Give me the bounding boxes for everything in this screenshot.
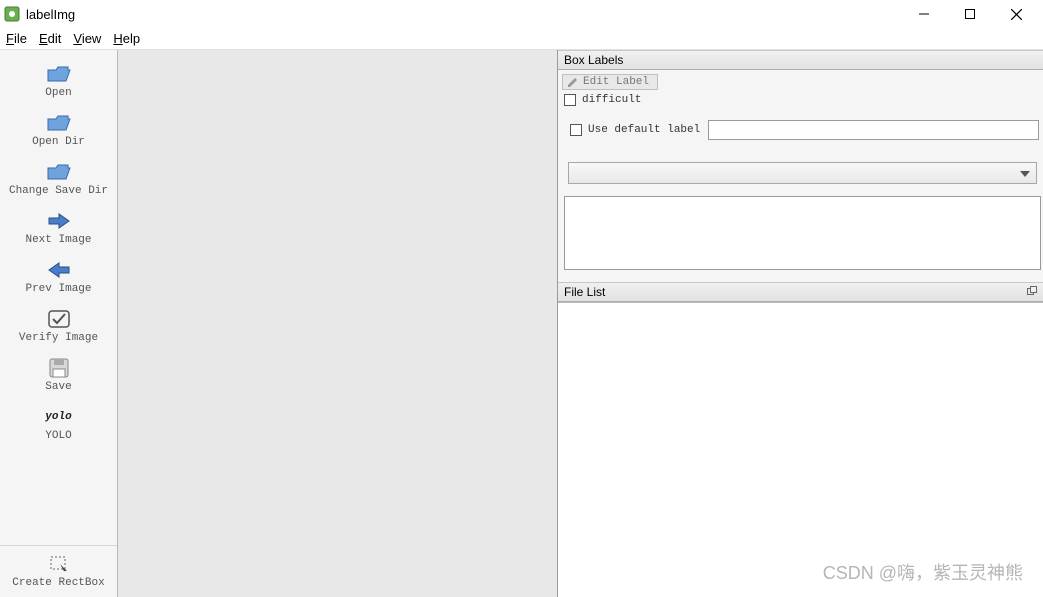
- check-icon: [45, 309, 73, 329]
- rectbox-icon: [45, 554, 73, 574]
- format-button[interactable]: yolo YOLO: [0, 401, 117, 450]
- window-title: labelImg: [26, 7, 75, 22]
- window-controls: [901, 0, 1039, 28]
- format-label: YOLO: [45, 430, 71, 442]
- open-label: Open: [45, 87, 71, 99]
- next-image-label: Next Image: [25, 234, 91, 246]
- arrow-left-icon: [45, 260, 73, 280]
- next-image-button[interactable]: Next Image: [0, 205, 117, 254]
- main-layout: Open Open Dir Change Save Dir Next Image: [0, 50, 1043, 597]
- menu-file[interactable]: File: [6, 31, 27, 46]
- verify-image-button[interactable]: Verify Image: [0, 303, 117, 352]
- checkbox-icon: [570, 124, 582, 136]
- checkbox-icon: [564, 94, 576, 106]
- menu-view[interactable]: View: [73, 31, 101, 46]
- folder-save-icon: [45, 162, 73, 182]
- default-label-input[interactable]: [708, 120, 1039, 140]
- box-labels-panel: Edit Label difficult Use default label: [558, 70, 1043, 282]
- close-button[interactable]: [993, 0, 1039, 28]
- toolbar: Open Open Dir Change Save Dir Next Image: [0, 50, 118, 597]
- change-save-dir-label: Change Save Dir: [9, 185, 108, 197]
- default-label-row: Use default label: [560, 110, 1041, 142]
- folder-icon: [45, 113, 73, 133]
- save-button[interactable]: Save: [0, 352, 117, 401]
- label-combo[interactable]: [568, 162, 1037, 184]
- prev-image-label: Prev Image: [25, 283, 91, 295]
- open-button[interactable]: Open: [0, 58, 117, 107]
- create-rectbox-button[interactable]: Create RectBox: [0, 545, 117, 597]
- yolo-icon: yolo: [45, 407, 73, 427]
- edit-label-button[interactable]: Edit Label: [562, 74, 658, 90]
- pencil-icon: [567, 76, 579, 88]
- prev-image-button[interactable]: Prev Image: [0, 254, 117, 303]
- canvas-area[interactable]: [118, 50, 558, 597]
- change-save-dir-button[interactable]: Change Save Dir: [0, 156, 117, 205]
- open-dir-label: Open Dir: [32, 136, 85, 148]
- undock-icon[interactable]: [1027, 286, 1037, 299]
- file-list-title: File List: [564, 285, 605, 299]
- menubar: File Edit View Help: [0, 28, 1043, 50]
- create-rectbox-label: Create RectBox: [12, 577, 104, 589]
- right-panel: Box Labels Edit Label difficult Use defa…: [558, 50, 1043, 597]
- verify-image-label: Verify Image: [19, 332, 98, 344]
- save-label: Save: [45, 381, 71, 393]
- open-dir-button[interactable]: Open Dir: [0, 107, 117, 156]
- difficult-checkbox-row[interactable]: difficult: [560, 94, 1041, 106]
- titlebar: labelImg: [0, 0, 1043, 28]
- box-labels-header[interactable]: Box Labels: [558, 50, 1043, 70]
- floppy-icon: [45, 358, 73, 378]
- file-list-panel[interactable]: [558, 302, 1043, 597]
- minimize-button[interactable]: [901, 0, 947, 28]
- label-listbox[interactable]: [564, 196, 1041, 270]
- box-labels-title: Box Labels: [564, 53, 623, 67]
- menu-edit[interactable]: Edit: [39, 31, 61, 46]
- file-list-header[interactable]: File List: [558, 282, 1043, 302]
- folder-open-icon: [45, 64, 73, 84]
- edit-label-text: Edit Label: [583, 76, 649, 88]
- maximize-button[interactable]: [947, 0, 993, 28]
- app-icon: [4, 6, 20, 22]
- use-default-label-text: Use default label: [588, 124, 700, 136]
- arrow-right-icon: [45, 211, 73, 231]
- menu-help[interactable]: Help: [113, 31, 140, 46]
- chevron-down-icon: [1020, 166, 1030, 180]
- difficult-label: difficult: [582, 94, 641, 106]
- watermark: CSDN @嗨，紫玉灵神熊: [823, 559, 1023, 585]
- use-default-label-checkbox[interactable]: Use default label: [566, 124, 700, 136]
